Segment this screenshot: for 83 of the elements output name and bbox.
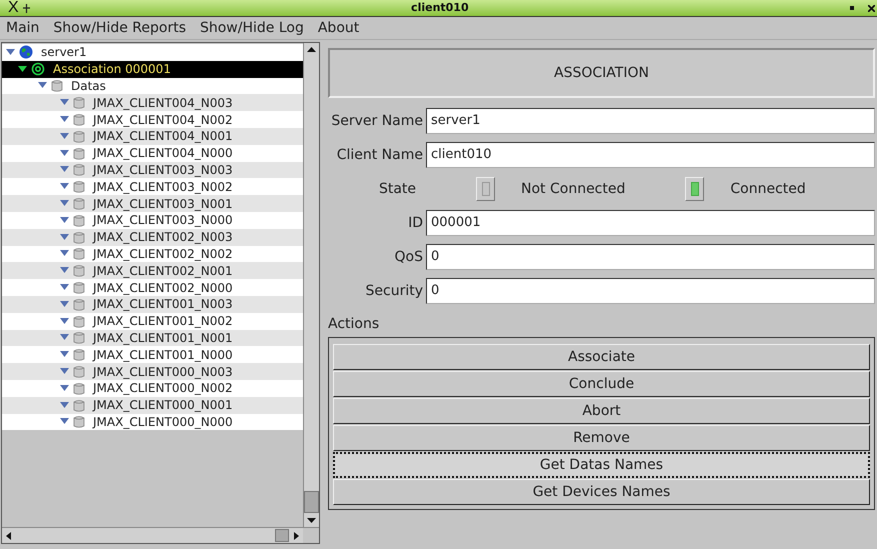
cylinder-icon xyxy=(51,79,63,92)
tree-item[interactable]: JMAX_CLIENT001_N002 xyxy=(2,312,303,330)
cylinder-icon xyxy=(73,331,85,344)
menu-item[interactable]: Show/Hide Log xyxy=(200,18,304,38)
tree-item[interactable]: JMAX_CLIENT000_N003 xyxy=(2,363,303,380)
expanded-arrow-icon[interactable] xyxy=(38,82,47,90)
section-header: ASSOCIATION xyxy=(328,48,875,98)
cylinder-icon xyxy=(73,365,85,378)
scroll-thumb[interactable] xyxy=(275,529,289,542)
tree-item[interactable]: JMAX_CLIENT001_N001 xyxy=(2,330,303,346)
tree-item[interactable]: JMAX_CLIENT003_N002 xyxy=(2,178,303,196)
tree-item[interactable]: Association 000001 xyxy=(2,60,303,78)
tree-item[interactable]: JMAX_CLIENT004_N002 xyxy=(2,111,303,128)
action-button[interactable]: Remove xyxy=(333,425,870,451)
tree-item[interactable]: JMAX_CLIENT001_N000 xyxy=(2,346,303,364)
cylinder-icon xyxy=(73,382,85,395)
cylinder-icon xyxy=(73,96,85,110)
text-field[interactable]: 0 xyxy=(426,244,875,270)
status-label: Not Connected xyxy=(521,180,626,198)
text-field[interactable]: server1 xyxy=(426,108,875,134)
tree-item[interactable]: JMAX_CLIENT000_N000 xyxy=(2,414,303,430)
close-icon[interactable] xyxy=(868,4,875,12)
cylinder-icon xyxy=(73,180,85,194)
action-button[interactable]: Get Datas Names xyxy=(333,452,870,478)
status-label: Connected xyxy=(730,180,806,198)
cylinder-icon xyxy=(73,298,85,311)
action-button[interactable]: Conclude xyxy=(333,371,870,397)
tree-item[interactable]: server1 xyxy=(2,44,303,61)
horizontal-scrollbar[interactable] xyxy=(2,528,303,543)
menu-item[interactable]: Show/Hide Reports xyxy=(53,18,186,38)
tree-item[interactable]: JMAX_CLIENT003_N003 xyxy=(2,162,303,178)
tree-item[interactable]: JMAX_CLIENT000_N001 xyxy=(2,396,303,414)
state-label: State xyxy=(378,180,416,198)
tree-item[interactable]: JMAX_CLIENT001_N003 xyxy=(2,296,303,313)
menu-item[interactable]: Main xyxy=(6,18,40,38)
action-button[interactable]: Abort xyxy=(333,398,870,424)
cylinder-icon xyxy=(73,146,85,160)
tree-item[interactable]: JMAX_CLIENT003_N001 xyxy=(2,195,303,212)
cylinder-icon xyxy=(73,214,85,227)
cylinder-icon xyxy=(73,314,85,328)
window-title: client010 xyxy=(410,0,470,16)
tree-item[interactable]: JMAX_CLIENT003_N000 xyxy=(2,212,303,229)
cylinder-icon xyxy=(73,113,85,126)
text-field[interactable]: client010 xyxy=(426,142,875,168)
field-label: Security xyxy=(364,282,423,300)
cylinder-icon xyxy=(73,281,85,294)
vertical-scrollbar[interactable] xyxy=(303,43,319,527)
menu-item[interactable]: About xyxy=(318,18,360,38)
field-label: Client Name xyxy=(336,146,423,164)
pin-icon[interactable] xyxy=(22,4,30,12)
cylinder-icon xyxy=(73,247,85,260)
tree-item[interactable]: JMAX_CLIENT000_N002 xyxy=(2,380,303,397)
tree-item[interactable]: JMAX_CLIENT002_N001 xyxy=(2,262,303,280)
expanded-arrow-icon[interactable] xyxy=(60,183,69,190)
expanded-arrow-icon[interactable] xyxy=(18,66,27,73)
cylinder-icon xyxy=(73,398,85,412)
tree-item[interactable]: JMAX_CLIENT004_N003 xyxy=(2,94,303,112)
window-logo: X xyxy=(8,0,19,16)
cylinder-icon xyxy=(73,197,85,210)
cylinder-icon xyxy=(73,163,85,176)
action-button[interactable]: Get Devices Names xyxy=(333,479,870,505)
field-label: ID xyxy=(407,214,423,232)
cylinder-icon xyxy=(73,230,85,244)
globe-icon xyxy=(19,45,33,60)
group-label: Actions xyxy=(328,315,380,334)
tree-item[interactable]: JMAX_CLIENT002_N000 xyxy=(2,279,303,296)
action-button[interactable]: Associate xyxy=(333,344,870,370)
expanded-arrow-icon[interactable] xyxy=(60,351,69,358)
cylinder-icon xyxy=(73,415,85,428)
tree-item[interactable]: JMAX_CLIENT002_N002 xyxy=(2,246,303,262)
field-label: QoS xyxy=(394,248,423,266)
tree-item[interactable]: Datas xyxy=(2,78,303,94)
tree-item[interactable]: JMAX_CLIENT004_N000 xyxy=(2,144,303,162)
scroll-thumb[interactable] xyxy=(304,491,319,513)
field-label: Server Name xyxy=(330,112,423,130)
tree-item[interactable]: JMAX_CLIENT004_N001 xyxy=(2,128,303,145)
cylinder-icon xyxy=(73,348,85,362)
cylinder-icon xyxy=(73,130,85,143)
tree-item[interactable]: JMAX_CLIENT002_N003 xyxy=(2,228,303,246)
expanded-arrow-icon[interactable] xyxy=(6,48,15,56)
text-field[interactable]: 0 xyxy=(426,278,875,304)
text-field[interactable]: 000001 xyxy=(426,210,875,236)
cylinder-icon xyxy=(73,264,85,278)
